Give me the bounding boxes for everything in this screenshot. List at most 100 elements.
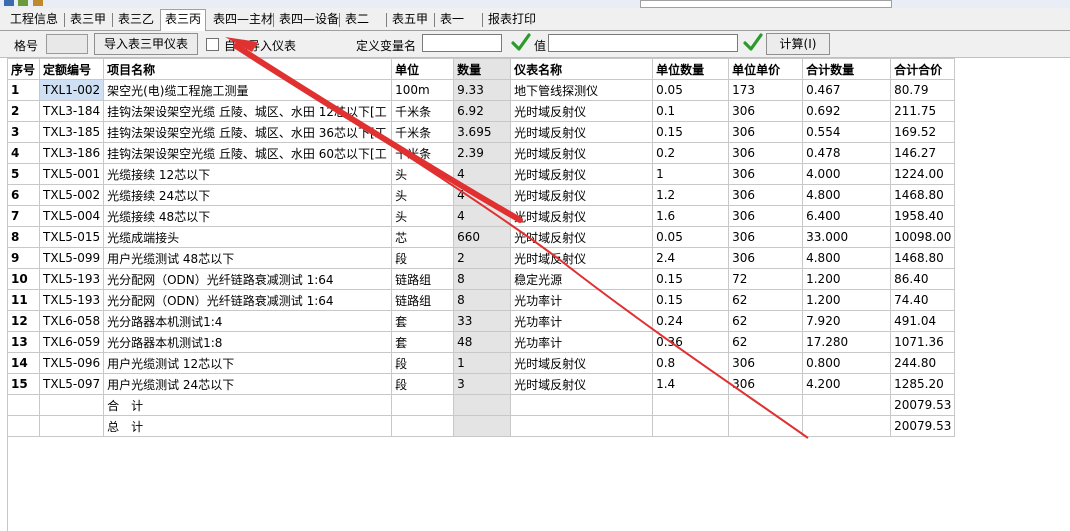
- cell-unit[interactable]: 千米条: [391, 142, 455, 164]
- cell-total-price[interactable]: 211.75: [890, 100, 956, 122]
- cell-code[interactable]: TXL3-184: [38, 100, 105, 122]
- cell-instrument[interactable]: 光功率计: [510, 289, 654, 311]
- cell-instrument[interactable]: 光时域反射仪: [510, 100, 654, 122]
- cell-total-price[interactable]: 10098.00: [890, 226, 956, 248]
- cell-total-qty[interactable]: 4.200: [802, 373, 892, 395]
- toolbar-icon[interactable]: [18, 0, 28, 6]
- cell-qty[interactable]: 3: [453, 373, 512, 395]
- cell-unit[interactable]: 链路组: [391, 289, 455, 311]
- col-header-total-price[interactable]: 合计合价: [890, 58, 956, 80]
- cell-unit-price[interactable]: 306: [728, 247, 804, 269]
- cell-name[interactable]: 光缆接续 48芯以下: [103, 205, 393, 227]
- confirm-var-check-icon[interactable]: [510, 32, 532, 54]
- cell-code[interactable]: TXL1-002: [38, 79, 105, 101]
- cell-total-qty[interactable]: 4.000: [802, 163, 892, 185]
- var-name-input[interactable]: [422, 34, 502, 52]
- cell-instrument[interactable]: 地下管线探测仪: [510, 79, 654, 101]
- cell-code[interactable]: TXL5-193: [38, 268, 105, 290]
- cell-unit-price[interactable]: 62: [728, 289, 804, 311]
- cell-total-qty[interactable]: 7.920: [802, 310, 892, 332]
- value-input[interactable]: [548, 34, 738, 52]
- tab-table4-materials[interactable]: 表四—主材: [209, 10, 277, 29]
- cell-instrument[interactable]: 光时域反射仪: [510, 142, 654, 164]
- cell-code[interactable]: TXL5-004: [38, 205, 105, 227]
- cell-unit[interactable]: 套: [391, 310, 455, 332]
- cell-unit-price[interactable]: 306: [728, 205, 804, 227]
- cell-instrument[interactable]: 光功率计: [510, 310, 654, 332]
- table-row[interactable]: 6 TXL5-002 光缆接续 24芯以下头 4 光时域反射仪 1.2 306 4.800 14…: [7, 184, 956, 206]
- calculate-button[interactable]: 计算(I): [766, 33, 830, 55]
- cell-total-price[interactable]: 1958.40: [890, 205, 956, 227]
- cell-total-qty[interactable]: 0.554: [802, 121, 892, 143]
- cell-total-price[interactable]: 1285.20: [890, 373, 956, 395]
- cell-qty[interactable]: 660: [453, 226, 512, 248]
- col-header-code[interactable]: 定额编号: [38, 58, 105, 80]
- cell-total-qty[interactable]: 0.478: [802, 142, 892, 164]
- table-row[interactable]: 11 TXL5-193 光分配网（ODN）光纤链路衰减测试 1:64 链路组 8 光功率计…: [7, 289, 956, 311]
- cell-unit-qty[interactable]: 1.2: [652, 184, 730, 206]
- cell-unit[interactable]: 千米条: [391, 121, 455, 143]
- cell-unit[interactable]: 段: [391, 352, 455, 374]
- cell-qty[interactable]: 4: [453, 163, 512, 185]
- cell-name[interactable]: 挂钩法架设架空光缆 丘陵、城区、水田 36芯以下[工: [103, 121, 393, 143]
- cell-qty[interactable]: 33: [453, 310, 512, 332]
- cell-instrument[interactable]: 光时域反射仪: [510, 226, 654, 248]
- tab-table2[interactable]: 表二: [341, 10, 373, 29]
- cell-unit-price[interactable]: 306: [728, 226, 804, 248]
- cell-name[interactable]: 用户光缆测试 48芯以下: [103, 247, 393, 269]
- cell-unit[interactable]: 头: [391, 163, 455, 185]
- cell-qty[interactable]: 8: [453, 268, 512, 290]
- cell-code[interactable]: TXL3-185: [38, 121, 105, 143]
- table-row[interactable]: 14 TXL5-096 用户光缆测试 12芯以下段 1 光时域反射仪 0.8 306 0.80…: [7, 352, 956, 374]
- table-row[interactable]: 1 TXL1-002 架空光(电)缆工程施工测量 100m 9.33 地下管线探测仪 0.0…: [7, 79, 956, 101]
- tab-table3b[interactable]: 表三乙: [114, 10, 158, 29]
- cell-total-price[interactable]: 244.80: [890, 352, 956, 374]
- col-header-qty[interactable]: 数量: [453, 58, 512, 80]
- cell-total-qty[interactable]: 4.800: [802, 247, 892, 269]
- cell-qty[interactable]: 9.33: [453, 79, 512, 101]
- table-row[interactable]: 5 TXL5-001 光缆接续 12芯以下头 4 光时域反射仪 1 306 4.000 1224…: [7, 163, 956, 185]
- cell-unit-price[interactable]: 72: [728, 268, 804, 290]
- col-header-name[interactable]: 项目名称: [103, 58, 393, 80]
- cell-qty[interactable]: 8: [453, 289, 512, 311]
- cell-instrument[interactable]: 光时域反射仪: [510, 163, 654, 185]
- cell-total-price[interactable]: 146.27: [890, 142, 956, 164]
- cell-total-price[interactable]: 491.04: [890, 310, 956, 332]
- cell-unit-qty[interactable]: 0.05: [652, 79, 730, 101]
- cell-total-price[interactable]: 1468.80: [890, 184, 956, 206]
- confirm-value-check-icon[interactable]: [742, 32, 764, 54]
- table-row[interactable]: 12 TXL6-058 光分路器本机测试1:4 套 33 光功率计 0.24 62 7.920 4…: [7, 310, 956, 332]
- cell-code[interactable]: TXL5-096: [38, 352, 105, 374]
- cell-unit-qty[interactable]: 0.1: [652, 100, 730, 122]
- cell-unit[interactable]: 段: [391, 247, 455, 269]
- cell-name[interactable]: 光分配网（ODN）光纤链路衰减测试 1:64: [103, 268, 393, 290]
- cell-unit-price[interactable]: 306: [728, 184, 804, 206]
- cell-qty[interactable]: 6.92: [453, 100, 512, 122]
- cell-unit[interactable]: 芯: [391, 226, 455, 248]
- cell-unit-qty[interactable]: 0.15: [652, 121, 730, 143]
- cell-code[interactable]: TXL5-002: [38, 184, 105, 206]
- tab-table5a[interactable]: 表五甲: [388, 10, 432, 29]
- cell-instrument[interactable]: 光时域反射仪: [510, 121, 654, 143]
- cell-unit-price[interactable]: 306: [728, 121, 804, 143]
- cell-unit-qty[interactable]: 0.2: [652, 142, 730, 164]
- cell-unit[interactable]: 头: [391, 184, 455, 206]
- cell-instrument[interactable]: 稳定光源: [510, 268, 654, 290]
- cell-unit-price[interactable]: 306: [728, 142, 804, 164]
- table-row[interactable]: 15 TXL5-097 用户光缆测试 24芯以下段 3 光时域反射仪 1.4 306 4.20…: [7, 373, 956, 395]
- auto-import-checkbox[interactable]: [206, 38, 219, 51]
- cell-total-qty[interactable]: 0.692: [802, 100, 892, 122]
- table-row[interactable]: 7 TXL5-004 光缆接续 48芯以下头 4 光时域反射仪 1.6 306 6.400 19…: [7, 205, 956, 227]
- cell-unit[interactable]: 头: [391, 205, 455, 227]
- cell-total-price[interactable]: 1071.36: [890, 331, 956, 353]
- cell-unit[interactable]: 套: [391, 331, 455, 353]
- tab-table3c[interactable]: 表三丙: [160, 9, 207, 32]
- cell-unit-qty[interactable]: 1.4: [652, 373, 730, 395]
- table-row[interactable]: 13 TXL6-059 光分路器本机测试1:8 套 48 光功率计 0.36 62 17.280…: [7, 331, 956, 353]
- cell-qty[interactable]: 4: [453, 205, 512, 227]
- cell-unit-price[interactable]: 306: [728, 373, 804, 395]
- tab-table4-equipment[interactable]: 表四—设备: [275, 10, 343, 29]
- cell-qty[interactable]: 2: [453, 247, 512, 269]
- cell-code[interactable]: TXL5-001: [38, 163, 105, 185]
- cell-total-qty[interactable]: 0.467: [802, 79, 892, 101]
